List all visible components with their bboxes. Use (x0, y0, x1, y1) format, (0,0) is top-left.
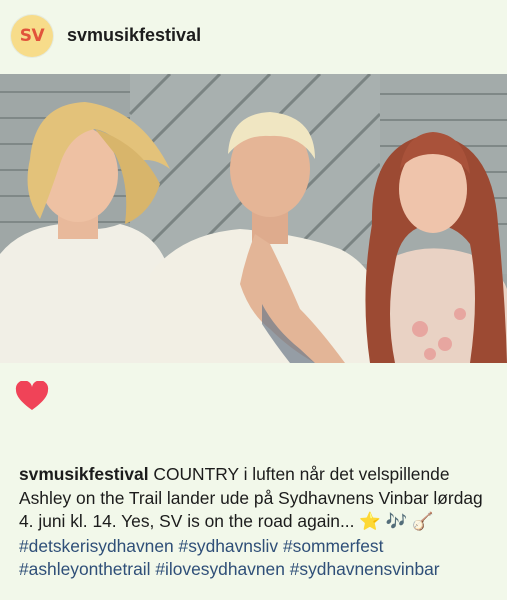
hashtag-link[interactable]: #ilovesydhavnen (155, 559, 285, 579)
post-caption: svmusikfestival COUNTRY i luften når det… (19, 463, 499, 582)
avatar[interactable]: SV (11, 15, 53, 57)
music-notes-emoji: 🎶 (385, 512, 408, 533)
like-button[interactable] (15, 380, 49, 411)
banjo-emoji: 🪕 (412, 512, 434, 533)
star-emoji: ⭐ (359, 512, 381, 533)
avatar-logo-text: SV (19, 26, 45, 46)
heart-icon (15, 380, 49, 410)
hashtag-link[interactable]: #detskerisydhavnen (19, 536, 174, 556)
post-header: SV svmusikfestival (0, 0, 507, 74)
hashtag-link[interactable]: #sydhavnensvinbar (290, 559, 440, 579)
hashtag-link[interactable]: #sydhavnsliv (179, 536, 279, 556)
post-photo[interactable] (0, 74, 507, 363)
post-username[interactable]: svmusikfestival (67, 25, 201, 46)
band-photo-illustration (0, 74, 507, 363)
hashtag-link[interactable]: #ashleyonthetrail (19, 559, 150, 579)
hashtag-link[interactable]: #sommerfest (283, 536, 384, 556)
caption-username[interactable]: svmusikfestival (19, 464, 149, 484)
